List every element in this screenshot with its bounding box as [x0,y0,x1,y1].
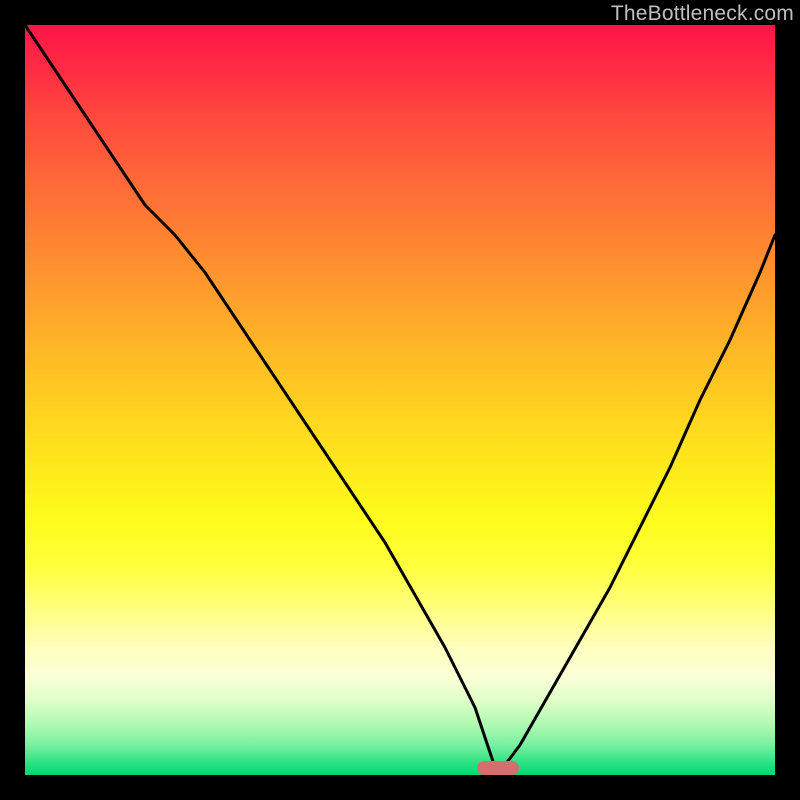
plot-area [25,25,775,775]
watermark-text: TheBottleneck.com [611,2,794,26]
chart-frame: TheBottleneck.com [0,0,800,800]
optimal-marker [477,761,519,775]
bottleneck-curve [25,25,775,775]
curve-path [25,25,775,775]
